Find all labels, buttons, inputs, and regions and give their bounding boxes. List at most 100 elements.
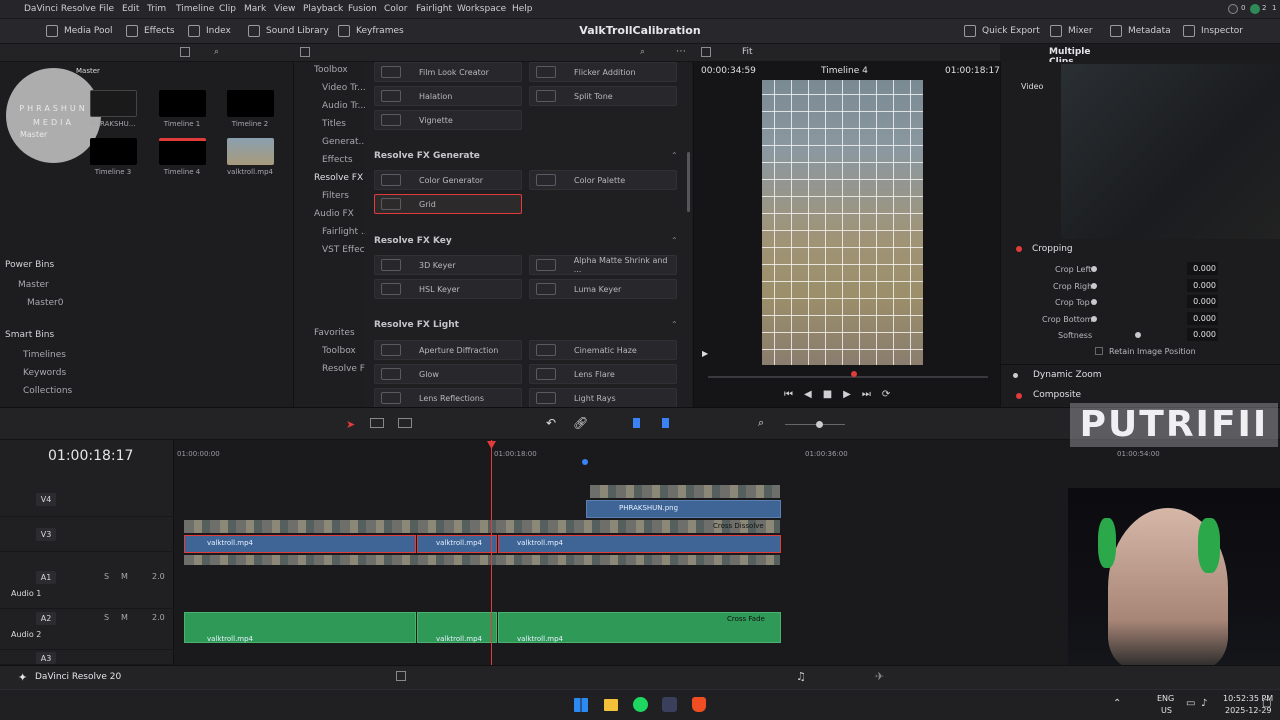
zoom-fit-select[interactable]: Fit: [742, 47, 753, 57]
play-marker-icon[interactable]: ▶: [702, 349, 708, 358]
language-indicator[interactable]: ENG: [1157, 694, 1174, 703]
notifications-icon[interactable]: ▢: [1262, 698, 1271, 709]
master-bin-label[interactable]: Master: [6, 130, 101, 139]
selection-tool-icon[interactable]: ➤: [346, 418, 355, 431]
cropping-enable-toggle[interactable]: [1016, 246, 1022, 252]
scrubber-playhead[interactable]: [851, 371, 857, 377]
search-icon[interactable]: ⌕: [214, 47, 219, 57]
brave-browser-icon[interactable]: [692, 697, 706, 712]
menu-timeline[interactable]: Timeline: [176, 4, 214, 14]
tray-overflow-icon[interactable]: ⌃: [1113, 698, 1121, 709]
keyframes-button[interactable]: Keyframes: [338, 25, 404, 37]
file-explorer-icon[interactable]: [604, 699, 618, 711]
quick-export-button[interactable]: Quick Export: [964, 25, 1040, 37]
fx-search-icon[interactable]: ⌕: [640, 47, 645, 57]
power-bin-master[interactable]: Master: [18, 280, 49, 290]
notification-icon[interactable]: [1228, 4, 1238, 14]
fx-halation[interactable]: Halation: [374, 86, 522, 106]
menu-fusion[interactable]: Fusion: [348, 4, 377, 14]
fx-grid[interactable]: Grid: [374, 194, 522, 214]
clip-phrakshun[interactable]: PHRAKSHUN.png: [586, 500, 781, 518]
tree-resolve-fx[interactable]: Resolve FX: [314, 173, 363, 183]
smart-bin-collections[interactable]: Collections: [23, 386, 72, 396]
menu-fairlight[interactable]: Fairlight: [416, 4, 452, 14]
davinci-resolve-icon[interactable]: [662, 697, 677, 712]
softness-value[interactable]: 0.000: [1187, 328, 1218, 341]
zoom-slider-knob[interactable]: [816, 421, 823, 428]
effects-button[interactable]: Effects: [126, 25, 175, 37]
tree-audio-transitions[interactable]: Audio Tr...: [322, 101, 366, 111]
menu-edit[interactable]: Edit: [122, 4, 139, 14]
tree-video-transitions[interactable]: Video Tr...: [322, 83, 366, 93]
track-label[interactable]: V4: [36, 493, 56, 506]
track-a1-mute[interactable]: M: [121, 572, 128, 581]
volume-icon[interactable]: ♪: [1201, 698, 1207, 709]
more-options-icon[interactable]: ⋯: [676, 46, 686, 57]
fx-3d-keyer[interactable]: 3D Keyer: [374, 255, 522, 275]
start-menu-icon[interactable]: [574, 698, 588, 712]
collapse-icon[interactable]: ⌃: [671, 151, 678, 160]
composite-header[interactable]: Composite: [1000, 390, 1280, 400]
grid-view-icon[interactable]: [180, 47, 190, 57]
fav-toolbox[interactable]: Toolbox: [322, 346, 356, 356]
viewer-layout-icon[interactable]: [701, 47, 711, 57]
track-a2-solo[interactable]: S: [104, 613, 109, 622]
fairlight-page-icon[interactable]: ♫: [796, 670, 806, 683]
collapse-icon[interactable]: ⌃: [671, 320, 678, 329]
tree-audio-fx[interactable]: Audio FX: [314, 209, 354, 219]
menu-playback[interactable]: Playback: [303, 4, 343, 14]
status-icon[interactable]: [1250, 4, 1260, 14]
index-button[interactable]: Index: [188, 25, 231, 37]
video-tab[interactable]: Video: [1021, 82, 1043, 91]
power-bin-master0[interactable]: Master0: [27, 298, 63, 308]
flag-icon[interactable]: [633, 418, 640, 428]
inspector-button[interactable]: Inspector: [1183, 25, 1243, 37]
fx-aperture-diffraction[interactable]: Aperture Diffraction: [374, 340, 522, 360]
viewer-canvas[interactable]: [762, 80, 923, 365]
tree-favorites[interactable]: Favorites: [314, 328, 355, 338]
tree-effects[interactable]: Effects: [322, 155, 353, 165]
tree-toolbox[interactable]: Toolbox: [314, 65, 348, 75]
menu-clip[interactable]: Clip: [219, 4, 236, 14]
fav-resolve-fx[interactable]: Resolve FX: [322, 364, 371, 374]
clip-thumb-phrakshun[interactable]: PHRAKSHU...: [88, 90, 138, 128]
menu-view[interactable]: View: [274, 4, 295, 14]
tree-fairlight-fx[interactable]: Fairlight ...: [322, 227, 369, 237]
timeline-playhead[interactable]: [491, 440, 492, 665]
tree-generators[interactable]: Generat...: [322, 137, 367, 147]
fx-lens-reflections[interactable]: Lens Reflections: [374, 388, 522, 408]
clip-valktroll-3[interactable]: valktroll.mp4: [498, 535, 781, 553]
snapping-icon[interactable]: ↶: [546, 416, 556, 430]
trim-tool-icon[interactable]: [370, 418, 384, 428]
menu-workspace[interactable]: Workspace: [457, 4, 506, 14]
audio-clip-2[interactable]: valktroll.mp4: [417, 612, 497, 643]
tree-titles[interactable]: Titles: [322, 119, 346, 129]
crop-bottom-value[interactable]: 0.000: [1187, 312, 1218, 325]
fx-light-rays[interactable]: Light Rays: [529, 388, 677, 408]
fx-hsl-keyer[interactable]: HSL Keyer: [374, 279, 522, 299]
fx-luma-keyer[interactable]: Luma Keyer: [529, 279, 677, 299]
crop-bottom-slider[interactable]: [1091, 316, 1097, 322]
clip-thumb-valktroll[interactable]: valktroll.mp4: [225, 138, 275, 176]
region-indicator[interactable]: US: [1161, 706, 1172, 715]
track-a2-mute[interactable]: M: [121, 613, 128, 622]
crop-right-value[interactable]: 0.000: [1187, 279, 1218, 292]
fx-vignette[interactable]: Vignette: [374, 110, 522, 130]
clip-valktroll-2[interactable]: valktroll.mp4: [417, 535, 497, 553]
marker-icon[interactable]: [662, 418, 669, 428]
fx-scrollbar[interactable]: [687, 152, 690, 212]
timeline-selector[interactable]: Timeline 4: [821, 66, 868, 76]
crop-left-slider[interactable]: [1091, 266, 1097, 272]
menu-trim[interactable]: Trim: [147, 4, 166, 14]
transition-cross-fade[interactable]: Cross Fade: [727, 615, 765, 623]
softness-slider[interactable]: [1135, 332, 1141, 338]
menu-file[interactable]: File: [99, 4, 114, 14]
fx-film-look-creator[interactable]: Film Look Creator: [374, 62, 522, 82]
menu-color[interactable]: Color: [384, 4, 408, 14]
smart-bin-timelines[interactable]: Timelines: [23, 350, 66, 360]
audio-clip-1[interactable]: valktroll.mp4: [184, 612, 416, 643]
fx-lens-flare[interactable]: Lens Flare: [529, 364, 677, 384]
spotify-icon[interactable]: [633, 697, 648, 712]
track-label[interactable]: V3: [36, 528, 56, 541]
clip-thumb-timeline2[interactable]: Timeline 2: [225, 90, 275, 128]
